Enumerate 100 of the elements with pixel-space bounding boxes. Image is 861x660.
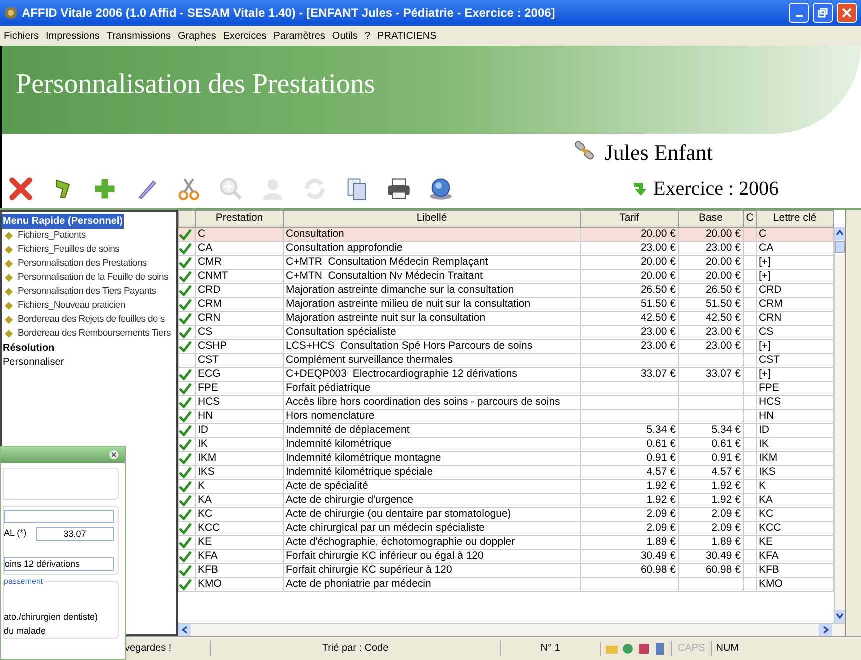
- sidebar-item[interactable]: Personnaliser: [2, 355, 176, 369]
- scroll-down-button[interactable]: [835, 610, 845, 623]
- table-row[interactable]: CST Complément surveillance thermales CST: [178, 354, 834, 368]
- status-message: vegardes !: [124, 642, 173, 656]
- close-icon[interactable]: [109, 450, 119, 460]
- table-row[interactable]: KCC Acte chirurgical par un médecin spécialiste 2.09 € 2.09 € KCC: [178, 522, 834, 536]
- printer-icon[interactable]: [386, 176, 412, 202]
- sidebar-section-title[interactable]: Résolution: [2, 341, 176, 355]
- scroll-right-button[interactable]: [819, 624, 832, 636]
- caps-indicator: CAPS: [671, 641, 712, 656]
- vertical-scrollbar[interactable]: [834, 227, 845, 623]
- menu-item[interactable]: PRATICIENS: [378, 28, 437, 44]
- table-row[interactable]: CRN Majoration astreinte nuit sur la consultation 42.50 € 42.50 € CRN: [178, 312, 834, 326]
- table-row[interactable]: KA Acte de chirurgie d'urgence 1.92 € 1.92 € KA: [178, 494, 834, 508]
- table-row[interactable]: KFB Forfait chirurgie KC supérieur à 120 60.98 € 60.98 € KFB: [178, 564, 834, 578]
- column-header[interactable]: Lettre clé: [756, 210, 834, 228]
- table-cell: CSHP: [198, 340, 228, 352]
- column-header[interactable]: Libellé: [284, 210, 580, 228]
- record-number: N° 1: [500, 641, 600, 656]
- table-row[interactable]: CMR C+MTR Consultation Médecin Remplaçant 20.00 € 20.00 € [+]: [178, 256, 834, 270]
- table-cell: C+DEQP003 Electrocardiographie 12 dérivations: [286, 368, 518, 380]
- table-row[interactable]: ID Indemnité de déplacement 5.34 € 5.34 € ID: [178, 424, 834, 438]
- sort-status: Trié par : Code: [210, 641, 500, 656]
- table-row[interactable]: CRD Majoration astreinte dimanche sur la consultation 26.50 € 26.50 € CRD: [178, 284, 834, 298]
- table-row[interactable]: CRM Majoration astreinte milieu de nuit sur la consultation 51.50 € 51.50 € CRM: [178, 298, 834, 312]
- table-row[interactable]: HCS Accès libre hors coordination des soins - parcours de soins HCS: [178, 396, 834, 410]
- table-row[interactable]: CA Consultation approfondie 23.00 € 23.00 € CA: [178, 242, 834, 256]
- menu-item[interactable]: Fichiers: [4, 28, 40, 44]
- table-cell: 0.91 €: [646, 452, 676, 464]
- table-cell: 33.07 €: [706, 368, 741, 380]
- maximize-button[interactable]: [813, 3, 833, 23]
- input-field[interactable]: [4, 510, 114, 523]
- table-row[interactable]: IKM Indemnité kilométrique montagne 0.91 € 0.91 € IKM: [178, 452, 834, 466]
- sidebar-item[interactable]: Personnalisation de la Feuille de soins: [18, 270, 168, 286]
- table-cell: HCS: [759, 396, 782, 408]
- horizontal-scrollbar[interactable]: [178, 623, 845, 636]
- table-cell: 20.00 €: [706, 270, 741, 282]
- menu-item[interactable]: ?: [364, 28, 371, 44]
- sidebar-heading[interactable]: Menu Rapide (Personnel): [2, 214, 124, 229]
- close-button[interactable]: [837, 3, 857, 23]
- table-cell: Acte de chirurgie (ou dentaire par stomatologue): [286, 508, 512, 520]
- input-field[interactable]: 33.07: [36, 527, 114, 541]
- column-header[interactable]: Prestation: [196, 210, 284, 228]
- scroll-up-button[interactable]: [835, 227, 845, 240]
- table-row[interactable]: KMO Acte de phoniatrie par médecin KMO: [178, 578, 834, 592]
- menu-item[interactable]: Paramètres: [274, 28, 326, 44]
- table-cell: Indemnité kilométrique: [286, 438, 392, 450]
- table-cell: CRM: [759, 298, 783, 310]
- table-cell: KC: [759, 508, 774, 520]
- num-indicator: NUM: [711, 641, 744, 656]
- table-row[interactable]: C Consultation 20.00 € 20.00 € C: [178, 228, 834, 242]
- sidebar-item[interactable]: Fichiers_Patients: [18, 228, 86, 244]
- scissors-icon[interactable]: [176, 176, 202, 202]
- scroll-left-button[interactable]: [178, 624, 191, 636]
- table-cell: CRM: [198, 298, 222, 310]
- table-row[interactable]: KE Acte d'échographie, échotomographie ou doppler 1.89 € 1.89 € KE: [178, 536, 834, 550]
- sidebar-item[interactable]: Fichiers_Nouveau praticien: [18, 298, 126, 314]
- table-row[interactable]: IKS Indemnité kilométrique spéciale 4.57 € 4.57 € IKS: [178, 466, 834, 480]
- scroll-thumb[interactable]: [835, 241, 845, 253]
- arrow-icon: [632, 180, 650, 198]
- table-cell: [+]: [759, 340, 771, 352]
- sidebar-item[interactable]: Bordereau des Remboursements Tiers: [18, 326, 171, 342]
- table-cell: CA: [198, 242, 213, 254]
- table-cell: 5.34 €: [646, 424, 676, 436]
- minimize-button[interactable]: [789, 3, 809, 23]
- table-row[interactable]: KC Acte de chirurgie (ou dentaire par stomatologue) 2.09 € 2.09 € KC: [178, 508, 834, 522]
- table-row[interactable]: CSHP LCS+HCS Consultation Spé Hors Parcours de soins 23.00 € 23.00 € [+]: [178, 340, 834, 354]
- exercise-year: Exercice : 2006: [654, 177, 779, 202]
- globe-icon[interactable]: [428, 176, 454, 202]
- table-cell: C+MTN Consutaltion Nv Médecin Traitant: [286, 270, 483, 282]
- table-row[interactable]: FPE Forfait pédiatrique FPE: [178, 382, 834, 396]
- table-cell: 20.00 €: [640, 228, 676, 240]
- table-cell: 2.09 €: [646, 508, 676, 520]
- page-title: Personnalisation des Prestations: [16, 68, 376, 102]
- sidebar-item[interactable]: Personnalisation des Prestations: [18, 256, 147, 272]
- table-row[interactable]: CNMT C+MTN Consutaltion Nv Médecin Traitant 20.00 € 20.00 € [+]: [178, 270, 834, 284]
- table-cell: Indemnité kilométrique montagne: [286, 452, 442, 464]
- sidebar-item[interactable]: Personnalisation des Tiers Payants: [18, 284, 156, 300]
- table-row[interactable]: CS Consultation spécialiste 23.00 € 23.00 € CS: [178, 326, 834, 340]
- table-cell: Accès libre hors coordination des soins - parcours de soins: [286, 396, 560, 408]
- table-cell: KFA: [198, 550, 218, 562]
- column-header[interactable]: Tarif: [580, 210, 678, 228]
- menu-item[interactable]: Exercices: [223, 28, 267, 44]
- table-cell: Indemnité de déplacement: [286, 424, 410, 436]
- delete-icon[interactable]: [8, 176, 34, 202]
- menu-item[interactable]: Outils: [332, 28, 358, 44]
- table-row[interactable]: HN Hors nomenclature HN: [178, 410, 834, 424]
- table-cell: 26.50 €: [706, 284, 741, 296]
- menu-item[interactable]: Transmissions: [106, 28, 172, 44]
- menu-item[interactable]: Impressions: [46, 28, 100, 44]
- table-cell: CST: [759, 354, 780, 366]
- table-row[interactable]: K Acte de spécialité 1.92 € 1.92 € K: [178, 480, 834, 494]
- menu-item[interactable]: Graphes: [178, 28, 216, 44]
- table-row[interactable]: KFA Forfait chirurgie KC inférieur ou égal à 120 30.49 € 30.49 € KFA: [178, 550, 834, 564]
- table-row[interactable]: IK Indemnité kilométrique 0.61 € 0.61 € IK: [178, 438, 834, 452]
- sidebar-item[interactable]: Fichiers_Feuilles de soins: [18, 242, 120, 258]
- input-field[interactable]: oins 12 dérivations: [4, 557, 114, 571]
- table-row[interactable]: ECG C+DEQP003 Electrocardiographie 12 dérivations 33.07 € 33.07 € [+]: [178, 368, 834, 382]
- table-cell: HN: [759, 410, 774, 422]
- sidebar-item[interactable]: Bordereau des Rejets de feuilles de s: [18, 312, 165, 328]
